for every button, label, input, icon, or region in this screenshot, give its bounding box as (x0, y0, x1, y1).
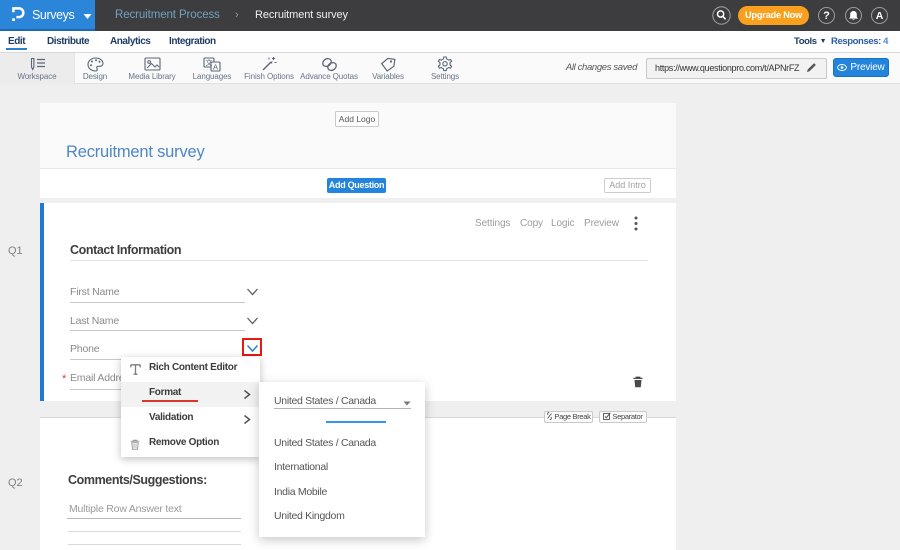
svg-text:A: A (213, 62, 218, 71)
svg-text:文: 文 (206, 58, 213, 67)
